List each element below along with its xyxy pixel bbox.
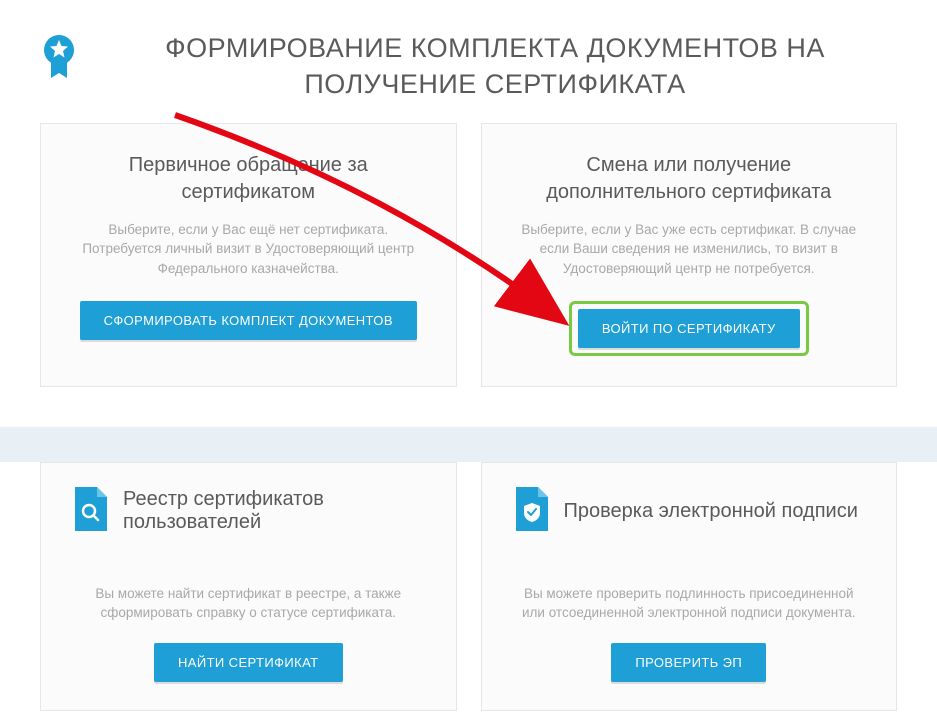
top-cards-row: Первичное обращение за сертификатом Выбе… xyxy=(0,123,937,427)
login-by-certificate-button[interactable]: ВОЙТИ ПО СЕРТИФИКАТУ xyxy=(578,309,800,348)
registry-card-header: Реестр сертификатов пользователей xyxy=(71,487,426,536)
registry-card-title: Реестр сертификатов пользователей xyxy=(123,488,426,534)
secondary-card-title: Смена или получение дополнительного серт… xyxy=(512,152,867,206)
verify-signature-button[interactable]: ПРОВЕРИТЬ ЭП xyxy=(611,643,766,682)
divider-strip xyxy=(0,427,937,462)
secondary-card-desc: Выберите, если у Вас уже есть сертификат… xyxy=(512,220,867,279)
verify-card: Проверка электронной подписи Вы можете п… xyxy=(481,462,898,711)
certificate-badge-icon xyxy=(40,34,78,87)
page-header: ФОРМИРОВАНИЕ КОМПЛЕКТА ДОКУМЕНТОВ НА ПОЛ… xyxy=(0,0,937,123)
primary-card-desc: Выберите, если у Вас ещё нет сертификата… xyxy=(71,220,426,279)
additional-cert-card: Смена или получение дополнительного серт… xyxy=(481,123,898,387)
verify-card-title: Проверка электронной подписи xyxy=(564,500,858,523)
highlight-box: ВОЙТИ ПО СЕРТИФИКАТУ xyxy=(569,301,809,356)
primary-card-title: Первичное обращение за сертификатом xyxy=(71,152,426,206)
page-title: ФОРМИРОВАНИЕ КОМПЛЕКТА ДОКУМЕНТОВ НА ПОЛ… xyxy=(93,30,897,103)
find-certificate-button[interactable]: НАЙТИ СЕРТИФИКАТ xyxy=(154,643,343,682)
bottom-cards-row: Реестр сертификатов пользователей Вы мож… xyxy=(0,462,937,711)
verify-card-desc: Вы можете проверить подлинность присоеди… xyxy=(512,584,867,623)
form-documents-button[interactable]: СФОРМИРОВАТЬ КОМПЛЕКТ ДОКУМЕНТОВ xyxy=(80,301,417,340)
verify-card-header: Проверка электронной подписи xyxy=(512,487,867,536)
search-file-icon xyxy=(71,487,107,536)
primary-request-card: Первичное обращение за сертификатом Выбе… xyxy=(40,123,457,387)
registry-card: Реестр сертификатов пользователей Вы мож… xyxy=(40,462,457,711)
shield-file-icon xyxy=(512,487,548,536)
registry-card-desc: Вы можете найти сертификат в реестре, а … xyxy=(71,584,426,623)
